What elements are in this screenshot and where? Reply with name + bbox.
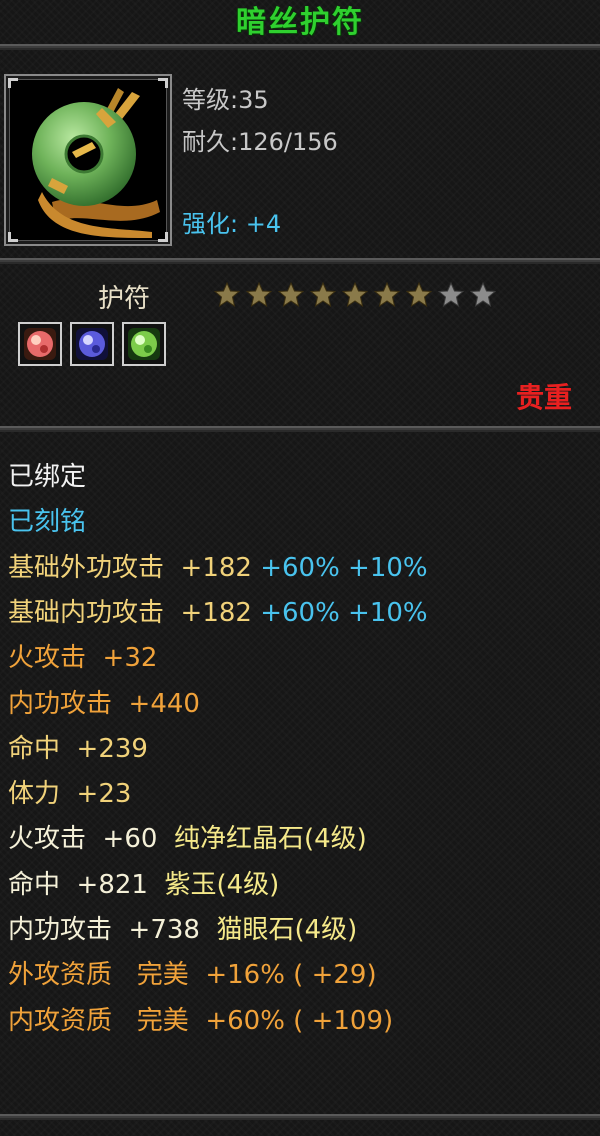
attribute-line: 内功攻击 +440 [8,683,200,720]
item-name: 暗丝护符 [236,5,364,40]
attribute-line: 外攻资质 完美 +16% ( +29) [8,954,377,991]
star-filled-icon [406,282,432,308]
attribute-text: 内攻资质 完美 +60% ( +109) [8,1005,394,1036]
attribute-text: 内功攻击 +440 [8,688,200,719]
divider-top [0,44,600,50]
attribute-line: 内功攻击 +738 猫眼石(4级) [8,909,357,946]
attribute-line: 命中 +239 [8,728,148,765]
star-filled-icon [310,282,336,308]
attribute-text: 基础内功攻击 +182 [8,597,261,628]
star-filled-icon [374,282,400,308]
star-empty-icon [470,282,496,308]
attribute-line: 基础外功攻击 +182 +60% +10% [8,547,428,584]
enhance-stat: 强化: +4 [182,210,282,238]
rarity-label: 贵重 [515,381,572,414]
attribute-text: 基础外功攻击 +182 [8,552,261,583]
star-filled-icon [246,282,272,308]
attribute-line: 火攻击 +60 纯净红晶石(4级) [8,818,367,855]
attribute-text: 已绑定 [8,462,87,492]
red-gem-icon[interactable] [18,322,62,366]
attribute-text: 纯净红晶石(4级) [173,824,367,855]
attribute-text: 体力 +23 [8,779,132,810]
star-filled-icon [278,282,304,308]
attribute-line: 命中 +821 紫玉(4级) [8,864,279,901]
star-empty-icon [438,282,464,308]
attribute-text: 已刻铭 [8,507,87,538]
gem-sockets [18,322,166,366]
attribute-text: +60% +10% [260,552,428,583]
durability-stat: 耐久:126/156 [182,128,338,156]
divider-mid [0,258,600,264]
attribute-line: 火攻击 +32 [8,637,157,674]
attribute-line: 体力 +23 [8,773,131,810]
star-filled-icon [342,282,368,308]
attribute-text: 火攻击 +32 [8,643,158,674]
attribute-text: 外攻资质 完美 +16% ( +29) [8,960,377,991]
attribute-text: 命中 +821 [8,869,165,900]
attribute-line: 基础内功攻击 +182 +60% +10% [8,592,428,629]
attribute-text: 命中 +239 [8,733,148,764]
attribute-line: 已刻铭 [8,501,86,538]
attribute-text: 火攻击 +60 [8,824,174,855]
jade-amulet-icon [32,88,160,238]
purple-gem-icon[interactable] [70,322,114,366]
attribute-line: 内攻资质 完美 +60% ( +109) [8,1000,393,1037]
divider-bottom [0,1114,600,1120]
attribute-text: 紫玉(4级) [164,869,280,900]
attribute-line: 已绑定 [8,456,86,493]
attribute-text: +60% +10% [260,597,428,628]
green-gem-icon[interactable] [122,322,166,366]
item-icon-slot[interactable] [4,74,172,246]
level-stat: 等级:35 [182,86,269,114]
attribute-text: 猫眼石(4级) [216,915,358,945]
attribute-text: 内功攻击 +738 [8,915,217,945]
item-type: 护符 [98,284,151,314]
star-filled-icon [214,282,240,308]
star-rating [214,282,496,308]
divider-attributes [0,426,600,432]
